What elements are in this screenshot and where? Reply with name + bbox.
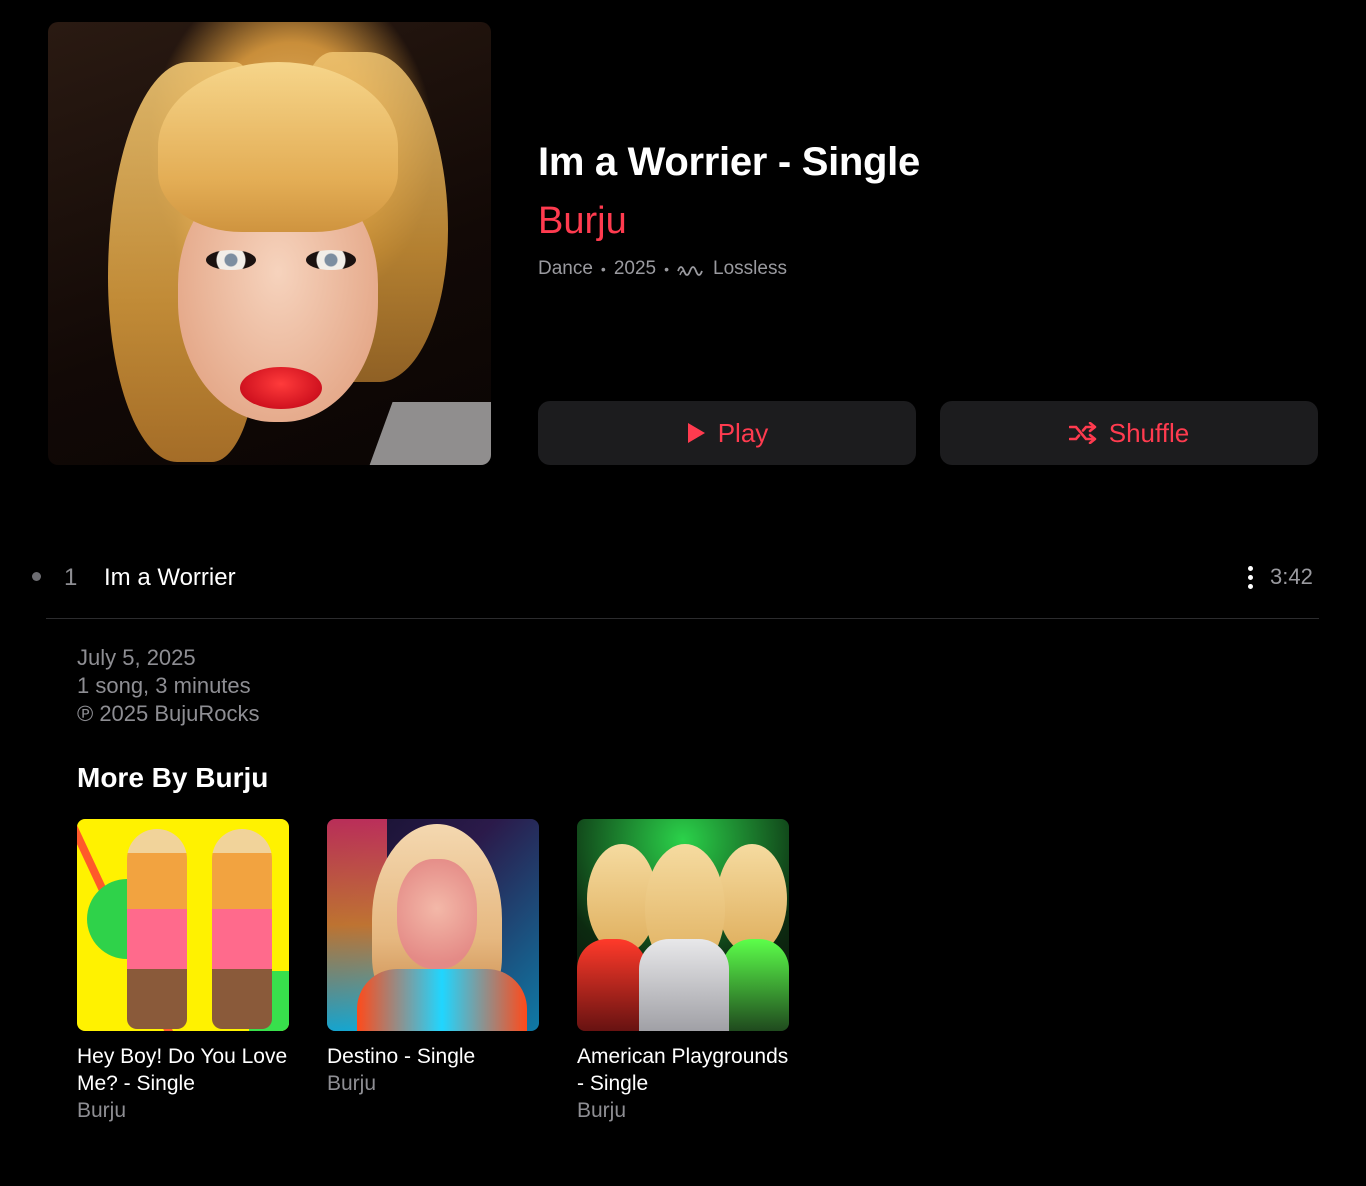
- album-card-title[interactable]: Hey Boy! Do You Love Me? - Single: [77, 1043, 289, 1097]
- album-artwork: [48, 22, 491, 465]
- album-card-artist[interactable]: Burju: [327, 1070, 539, 1097]
- artwork-bangs: [158, 62, 398, 232]
- track-row[interactable]: 1 Im a Worrier 3:42: [0, 552, 1366, 604]
- release-date: July 5, 2025: [77, 645, 196, 670]
- track-number: 1: [64, 564, 78, 591]
- meta-separator: •: [600, 261, 606, 277]
- album-page: Im a Worrier - Single Burju Dance • 2025…: [0, 0, 1366, 1186]
- album-meta: Dance • 2025 • Lossless: [538, 258, 787, 280]
- more-by-title[interactable]: More By Burju: [77, 762, 268, 794]
- shuffle-icon: [1068, 422, 1097, 444]
- play-button-label: Play: [717, 417, 769, 448]
- album-quality: Lossless: [713, 258, 787, 279]
- play-icon: [687, 423, 705, 443]
- album-card[interactable]: American Playgrounds - Single Burju: [577, 819, 789, 1124]
- meta-separator: •: [664, 261, 670, 277]
- album-card-title[interactable]: American Playgrounds - Single: [577, 1043, 789, 1097]
- artwork-lips: [240, 367, 322, 409]
- album-summary: 1 song, 3 minutes: [77, 673, 251, 698]
- lossless-icon: [677, 266, 703, 276]
- album-genre: Dance: [538, 258, 593, 279]
- album-card-artist[interactable]: Burju: [77, 1097, 289, 1124]
- album-title: Im a Worrier - Single: [538, 140, 920, 184]
- track-duration: 3:42: [1270, 564, 1313, 589]
- album-artist-link[interactable]: Burju: [538, 200, 627, 243]
- album-card-title[interactable]: Destino - Single: [327, 1043, 539, 1070]
- album-info: July 5, 2025 1 song, 3 minutes ℗ 2025 Bu…: [77, 644, 260, 728]
- shuffle-button-label: Shuffle: [1108, 417, 1190, 448]
- album-card-artwork[interactable]: [327, 819, 539, 1031]
- album-card-artwork[interactable]: [577, 819, 789, 1031]
- album-card-artwork[interactable]: [77, 819, 289, 1031]
- play-button[interactable]: Play: [538, 401, 916, 465]
- artwork-eye-right: [306, 250, 356, 270]
- more-options-icon[interactable]: [1240, 564, 1260, 592]
- album-card-artist[interactable]: Burju: [577, 1097, 789, 1124]
- album-card[interactable]: Hey Boy! Do You Love Me? - Single Burju: [77, 819, 289, 1124]
- track-divider: [46, 618, 1319, 619]
- track-title: Im a Worrier: [104, 564, 236, 591]
- shuffle-button[interactable]: Shuffle: [940, 401, 1318, 465]
- album-card[interactable]: Destino - Single Burju: [327, 819, 539, 1097]
- artwork-eye-left: [206, 250, 256, 270]
- album-year: 2025: [613, 258, 657, 279]
- artwork-shirt: [363, 402, 491, 465]
- track-status-dot-icon: [32, 572, 41, 581]
- copyright: ℗ 2025 BujuRocks: [77, 701, 260, 726]
